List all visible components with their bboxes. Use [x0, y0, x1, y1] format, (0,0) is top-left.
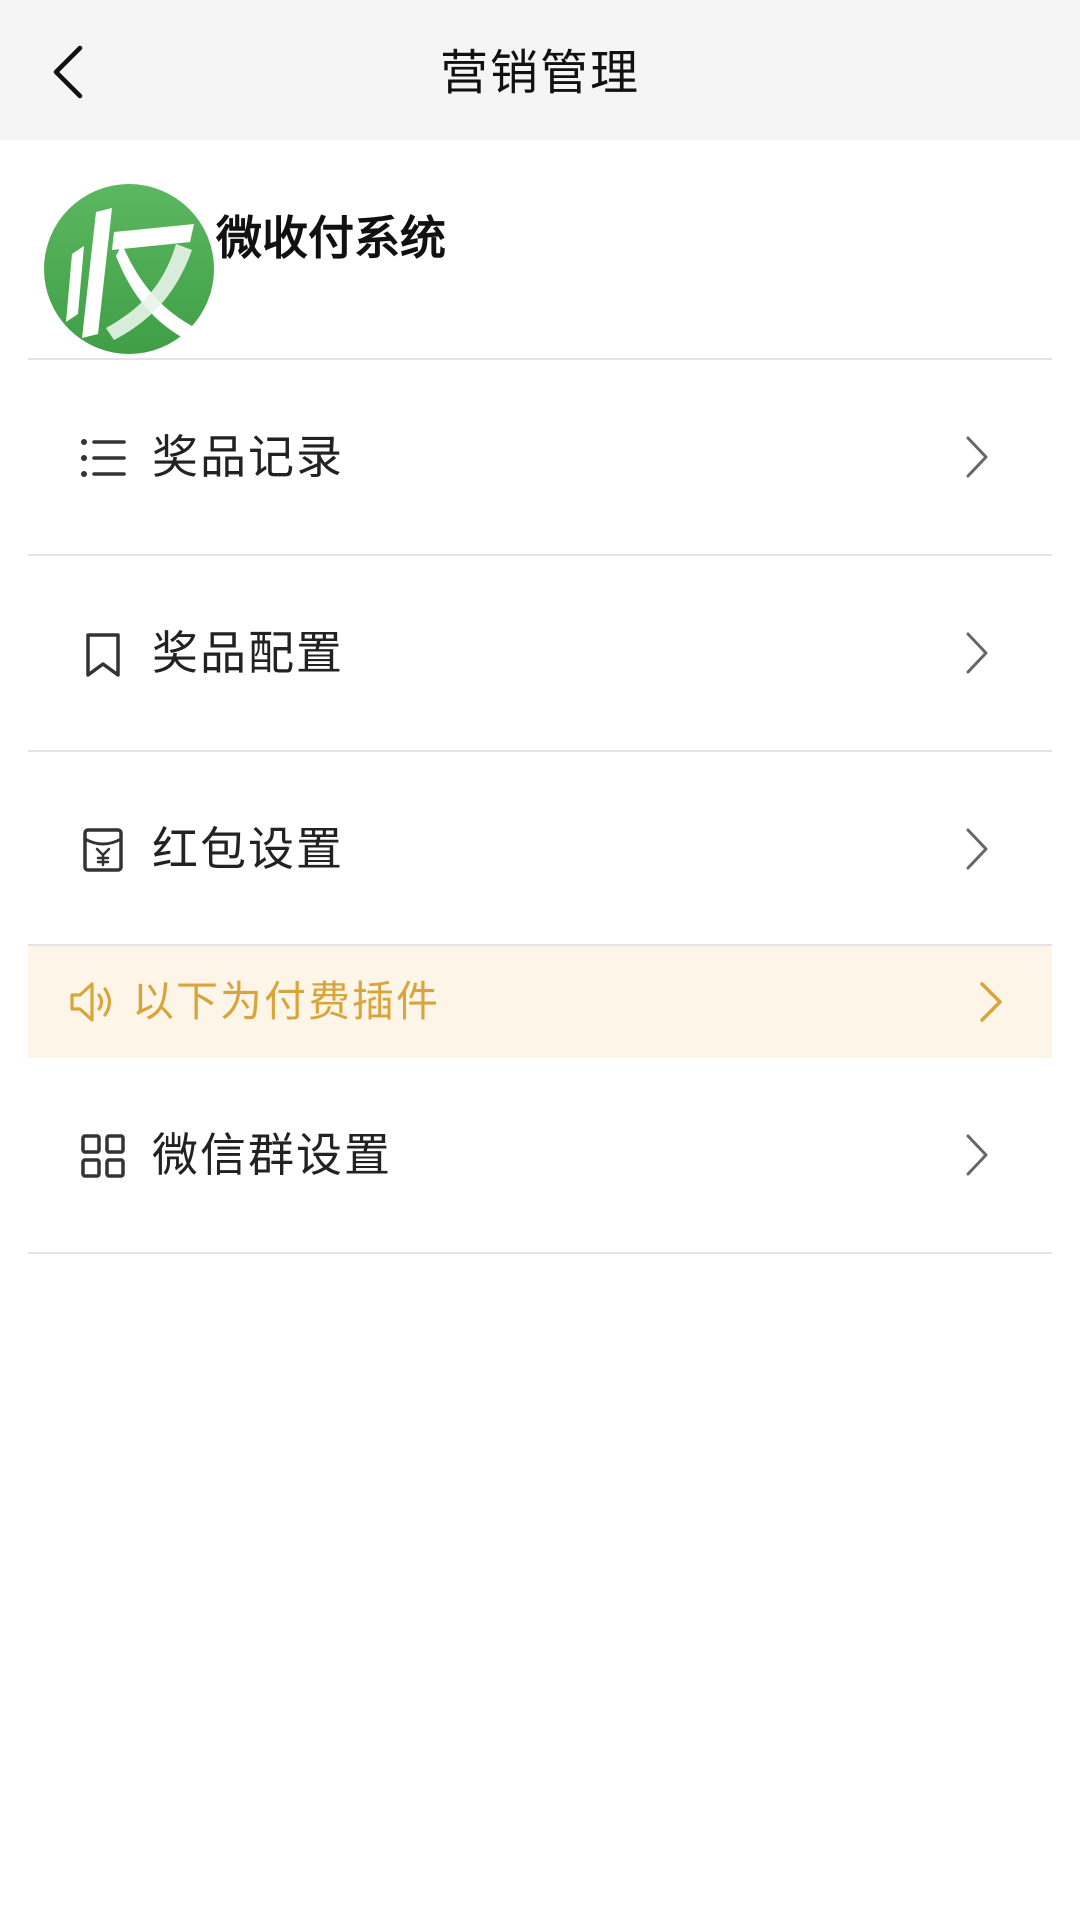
- nav-bar: 营销管理: [0, 0, 1080, 140]
- menu-item-wechat-group[interactable]: 微信群设置: [28, 1058, 1052, 1252]
- speaker-icon: [70, 982, 112, 1022]
- page-title: 营销管理: [439, 45, 640, 101]
- brand-header: 微收付系统: [0, 140, 1080, 358]
- menu-item-label: 微信群设置: [152, 1128, 392, 1182]
- menu-item-label: 奖品配置: [152, 626, 344, 680]
- bookmark-icon: [86, 633, 120, 677]
- notice-text: 以下为付费插件: [132, 977, 441, 1026]
- menu-item-label: 红包设置: [152, 822, 344, 876]
- divider: [28, 1252, 1052, 1254]
- red-envelope-icon: [83, 828, 123, 872]
- menu-item-red-envelope[interactable]: 红包设置: [28, 752, 1052, 946]
- brand-name: 微收付系统: [216, 211, 446, 265]
- paid-plugin-notice[interactable]: 以下为付费插件: [28, 946, 1052, 1058]
- menu-item-prize-config[interactable]: 奖品配置: [28, 556, 1052, 750]
- shou-logo-icon: [44, 184, 214, 354]
- chevron-right-icon: [966, 828, 988, 870]
- menu-item-prize-records[interactable]: 奖品记录: [28, 360, 1052, 554]
- chevron-right-icon: [980, 982, 1002, 1022]
- grid-icon: [81, 1134, 125, 1178]
- menu-item-label: 奖品记录: [152, 430, 344, 484]
- list-icon: [81, 439, 126, 477]
- chevron-right-icon: [966, 1134, 988, 1176]
- chevron-right-icon: [966, 436, 988, 478]
- chevron-right-icon: [966, 632, 988, 674]
